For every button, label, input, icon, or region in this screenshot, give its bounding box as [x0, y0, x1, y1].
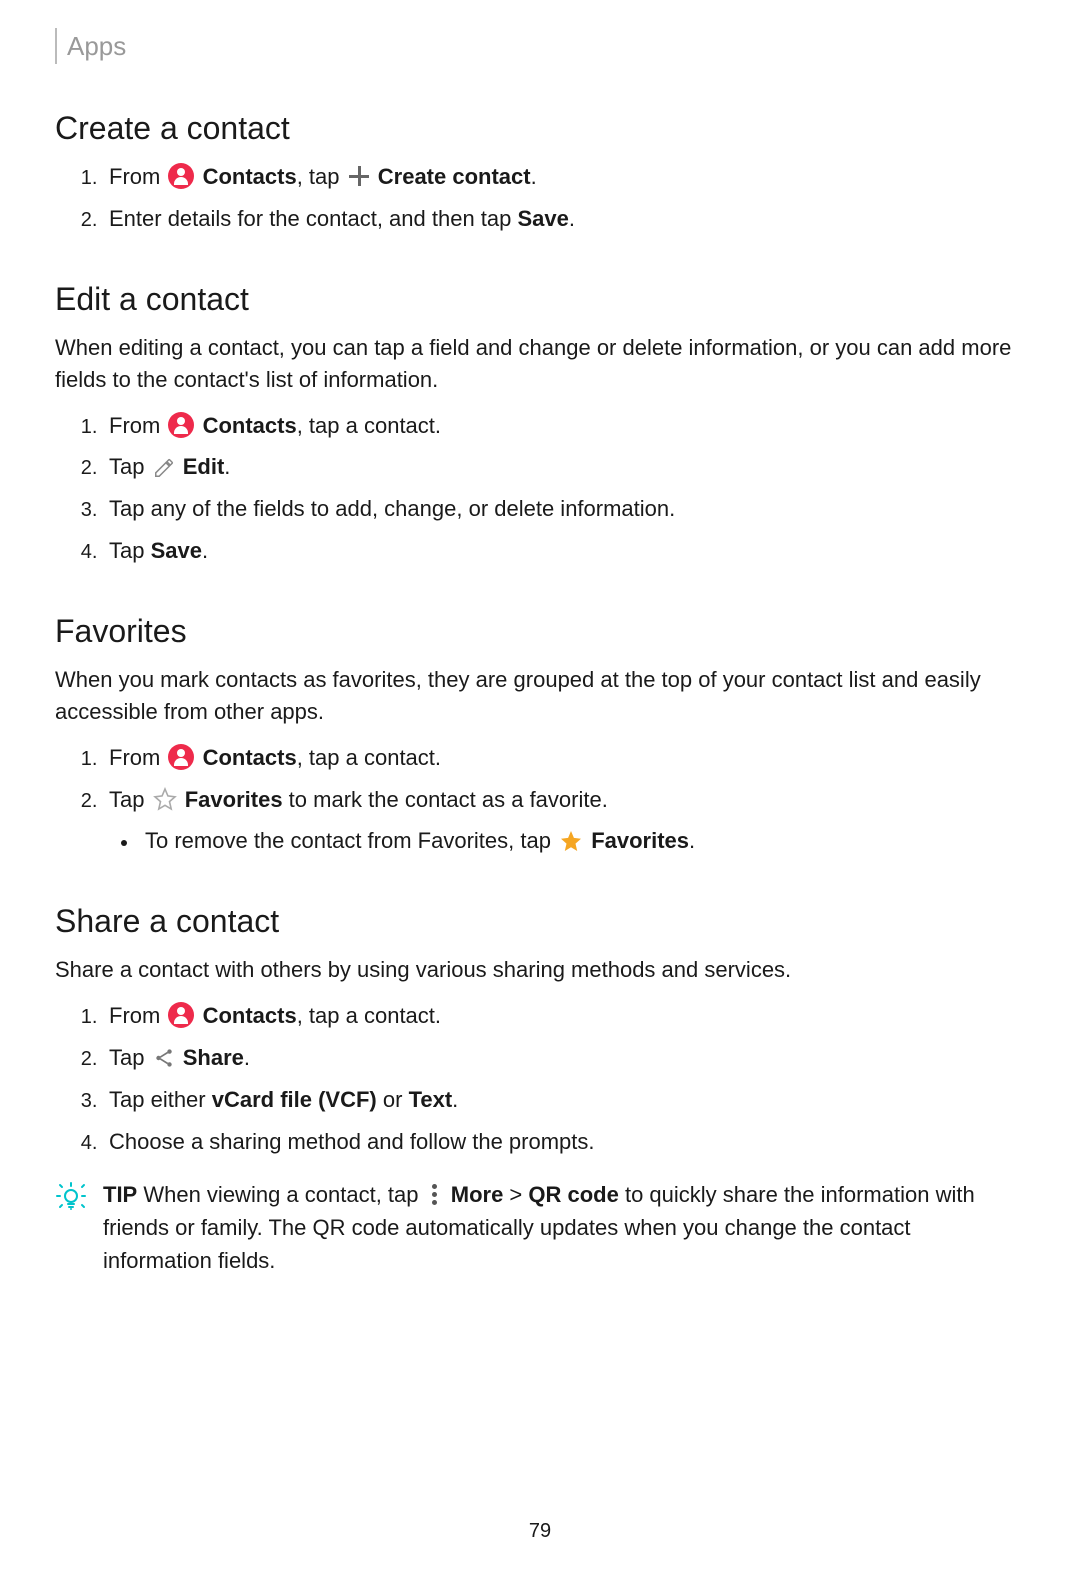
heading-edit-contact: Edit a contact — [55, 277, 1025, 322]
heading-favorites: Favorites — [55, 609, 1025, 654]
star-filled-icon — [559, 829, 583, 853]
share-desc: Share a contact with others by using var… — [55, 954, 1025, 986]
create-steps: From Contacts, tap Create contact. Enter… — [55, 161, 1025, 235]
more-vertical-icon — [428, 1183, 442, 1205]
heading-share-contact: Share a contact — [55, 899, 1025, 944]
list-item: From Contacts, tap Create contact. — [103, 161, 1025, 193]
tip-box: TIP When viewing a contact, tap More > Q… — [55, 1178, 1025, 1277]
list-item: Enter details for the contact, and then … — [103, 203, 1025, 235]
page-number: 79 — [55, 1517, 1025, 1545]
contacts-icon — [168, 163, 194, 189]
contacts-icon — [168, 1002, 194, 1028]
pencil-edit-icon — [153, 456, 175, 478]
list-item: Tap Favorites to mark the contact as a f… — [103, 784, 1025, 858]
star-outline-icon — [153, 787, 177, 811]
edit-desc: When editing a contact, you can tap a fi… — [55, 332, 1025, 396]
list-item: Tap Share. — [103, 1042, 1025, 1074]
tip-text: TIP When viewing a contact, tap More > Q… — [103, 1178, 1025, 1277]
list-item: Tap either vCard file (VCF) or Text. — [103, 1084, 1025, 1116]
lightbulb-tip-icon — [55, 1180, 95, 1221]
list-item: From Contacts, tap a contact. — [103, 410, 1025, 442]
list-item: Choose a sharing method and follow the p… — [103, 1126, 1025, 1158]
breadcrumb-apps: Apps — [55, 28, 1025, 64]
list-item: Tap Save. — [103, 535, 1025, 567]
favorites-substeps: To remove the contact from Favorites, ta… — [109, 825, 1025, 857]
favorites-steps: From Contacts, tap a contact. Tap Favori… — [55, 742, 1025, 858]
list-item: To remove the contact from Favorites, ta… — [139, 825, 1025, 857]
contacts-icon — [168, 412, 194, 438]
heading-create-contact: Create a contact — [55, 106, 1025, 151]
list-item: Tap Edit. — [103, 451, 1025, 483]
list-item: From Contacts, tap a contact. — [103, 1000, 1025, 1032]
favorites-desc: When you mark contacts as favorites, the… — [55, 664, 1025, 728]
plus-icon — [349, 166, 369, 186]
share-icon — [153, 1046, 175, 1068]
contacts-icon — [168, 744, 194, 770]
edit-steps: From Contacts, tap a contact. Tap Edit. … — [55, 410, 1025, 568]
share-steps: From Contacts, tap a contact. Tap Share.… — [55, 1000, 1025, 1158]
list-item: Tap any of the fields to add, change, or… — [103, 493, 1025, 525]
list-item: From Contacts, tap a contact. — [103, 742, 1025, 774]
